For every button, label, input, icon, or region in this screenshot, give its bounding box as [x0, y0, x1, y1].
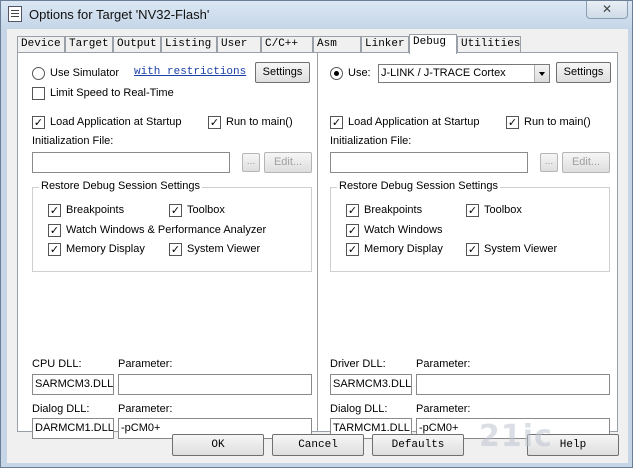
right-memory-display-checkbox[interactable]: ✓	[346, 243, 359, 256]
left-dialog-dll-label: Dialog DLL:	[32, 403, 90, 415]
tab-output[interactable]: Output	[113, 36, 161, 53]
right-browse-button[interactable]: ...	[540, 153, 558, 172]
left-toolbox-checkbox[interactable]: ✓	[169, 204, 182, 217]
left-breakpoints-checkbox[interactable]: ✓	[48, 204, 61, 217]
right-system-viewer-label: System Viewer	[484, 243, 558, 255]
right-breakpoints-checkbox[interactable]: ✓	[346, 204, 359, 217]
debug-driver-value: J-LINK / J-TRACE Cortex	[381, 67, 506, 79]
left-memory-display-label: Memory Display	[66, 243, 145, 255]
left-browse-button[interactable]: ...	[242, 153, 260, 172]
cpu-dll-label: CPU DLL:	[32, 358, 82, 370]
driver-dll-label: Driver DLL:	[330, 358, 386, 370]
left-toolbox-label: Toolbox	[187, 204, 225, 216]
driver-dll-parameter-label: Parameter:	[416, 358, 471, 370]
right-init-file-label: Initialization File:	[330, 135, 412, 147]
right-toolbox-label: Toolbox	[484, 204, 522, 216]
left-dialog-parameter-label: Parameter:	[118, 403, 173, 415]
right-edit-button[interactable]: Edit...	[562, 152, 610, 173]
tab-utilities[interactable]: Utilities	[457, 36, 521, 53]
watermark-logo: 21ic	[479, 419, 553, 454]
left-init-file-input[interactable]	[32, 152, 230, 173]
right-watch-windows-label: Watch Windows	[364, 224, 443, 236]
left-load-app-checkbox[interactable]: ✓	[32, 116, 45, 129]
tab-user[interactable]: User	[217, 36, 261, 53]
left-system-viewer-label: System Viewer	[187, 243, 261, 255]
left-watch-windows-checkbox[interactable]: ✓	[48, 224, 61, 237]
left-init-file-label: Initialization File:	[32, 135, 114, 147]
use-driver-label: Use:	[348, 67, 371, 79]
right-restore-group-title: Restore Debug Session Settings	[337, 180, 500, 192]
debug-driver-select[interactable]: J-LINK / J-TRACE Cortex	[378, 64, 550, 83]
use-simulator-label: Use Simulator	[50, 67, 120, 79]
close-button[interactable]: ✕	[586, 1, 628, 19]
tab-c-cpp[interactable]: C/C++	[261, 36, 313, 53]
driver-dll-input[interactable]: SARMCM3.DLL	[330, 374, 412, 395]
left-run-to-main-label: Run to main()	[226, 116, 293, 128]
app-icon	[8, 6, 22, 22]
limit-speed-checkbox[interactable]	[32, 87, 45, 100]
driver-settings-button[interactable]: Settings	[556, 62, 611, 83]
dialog-client: Device Target Output Listing User C/C++ …	[7, 29, 628, 463]
left-system-viewer-checkbox[interactable]: ✓	[169, 243, 182, 256]
right-dialog-dll-label: Dialog DLL:	[330, 403, 388, 415]
tab-target[interactable]: Target	[65, 36, 113, 53]
left-restore-group-title: Restore Debug Session Settings	[39, 180, 202, 192]
left-run-to-main-checkbox[interactable]: ✓	[208, 116, 221, 129]
tab-asm[interactable]: Asm	[313, 36, 361, 53]
use-simulator-radio[interactable]	[32, 67, 45, 80]
use-driver-radio[interactable]	[330, 67, 343, 80]
tab-linker[interactable]: Linker	[361, 36, 409, 53]
column-divider	[317, 53, 319, 431]
ok-button[interactable]: OK	[172, 434, 264, 456]
tab-listing[interactable]: Listing	[161, 36, 217, 53]
cpu-dll-input[interactable]: SARMCM3.DLL	[32, 374, 114, 395]
left-memory-display-checkbox[interactable]: ✓	[48, 243, 61, 256]
cancel-button[interactable]: Cancel	[272, 434, 364, 456]
right-dialog-parameter-label: Parameter:	[416, 403, 471, 415]
title-bar: Options for Target 'NV32-Flash' ✕	[1, 1, 632, 29]
tab-device[interactable]: Device	[17, 36, 65, 53]
tab-debug[interactable]: Debug	[409, 34, 457, 54]
right-load-app-checkbox[interactable]: ✓	[330, 116, 343, 129]
chevron-down-icon[interactable]	[534, 65, 549, 82]
limit-speed-label: Limit Speed to Real-Time	[50, 87, 174, 99]
left-edit-button[interactable]: Edit...	[264, 152, 312, 173]
left-breakpoints-label: Breakpoints	[66, 204, 125, 216]
cpu-dll-parameter-input[interactable]	[118, 374, 312, 395]
options-dialog: Options for Target 'NV32-Flash' ✕ Device…	[0, 0, 633, 468]
right-breakpoints-label: Breakpoints	[364, 204, 423, 216]
right-load-app-label: Load Application at Startup	[348, 116, 480, 128]
left-load-app-label: Load Application at Startup	[50, 116, 182, 128]
driver-dll-parameter-input[interactable]	[416, 374, 610, 395]
right-system-viewer-checkbox[interactable]: ✓	[466, 243, 479, 256]
window-title: Options for Target 'NV32-Flash'	[29, 7, 210, 22]
with-restrictions-link[interactable]: with restrictions	[134, 66, 246, 78]
left-dialog-dll-input[interactable]: DARMCM1.DLL	[32, 418, 114, 439]
right-memory-display-label: Memory Display	[364, 243, 443, 255]
left-watch-windows-label: Watch Windows & Performance Analyzer	[66, 224, 267, 236]
simulator-settings-button[interactable]: Settings	[255, 62, 310, 83]
debug-tab-panel: Use Simulator with restrictions Settings…	[17, 52, 618, 439]
defaults-button[interactable]: Defaults	[372, 434, 464, 456]
right-run-to-main-checkbox[interactable]: ✓	[506, 116, 519, 129]
right-init-file-input[interactable]	[330, 152, 528, 173]
right-toolbox-checkbox[interactable]: ✓	[466, 204, 479, 217]
cpu-dll-parameter-label: Parameter:	[118, 358, 173, 370]
right-watch-windows-checkbox[interactable]: ✓	[346, 224, 359, 237]
right-run-to-main-label: Run to main()	[524, 116, 591, 128]
